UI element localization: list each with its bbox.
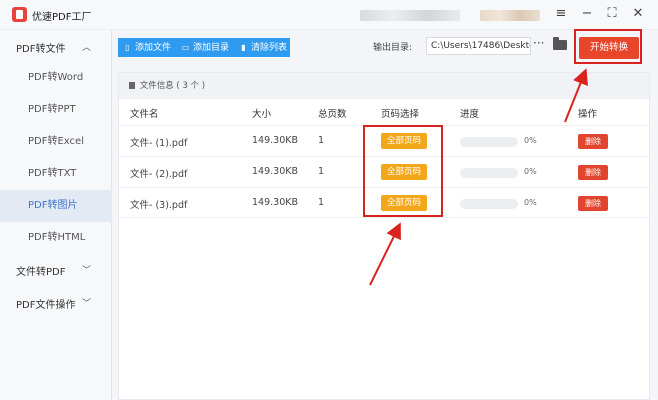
annotation-arrow-start	[564, 68, 588, 123]
annotation-arrows	[369, 68, 588, 286]
annotation-arrow-page-select	[369, 222, 401, 286]
